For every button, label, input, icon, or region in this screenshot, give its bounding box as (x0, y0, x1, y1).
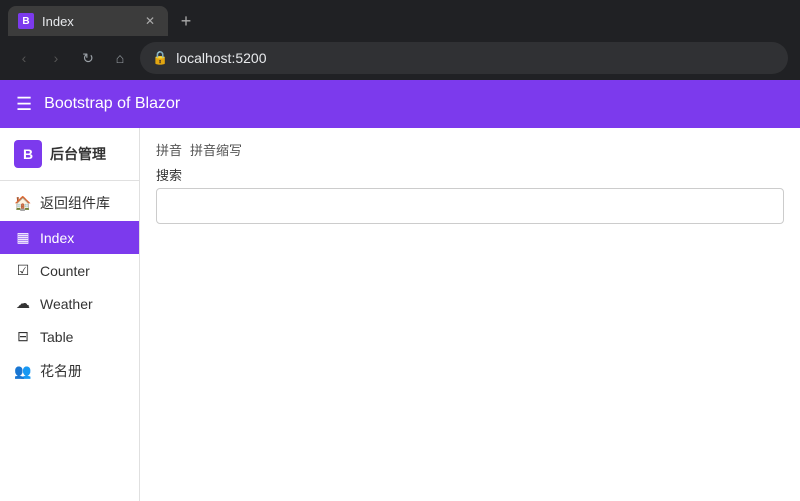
sidebar-item-label: 花名册 (40, 361, 82, 381)
browser-chrome: B Index ✕ + ‹ › ↻ ⌂ 🔒 localhost:5200 (0, 0, 800, 80)
sidebar-item-back[interactable]: 🏠 返回组件库 (0, 185, 139, 221)
sidebar-nav: 🏠 返回组件库 ▦ Index ☑ Counter ☁ Weather ⊟ (0, 181, 139, 501)
brand-name: 后台管理 (50, 144, 106, 164)
sidebar-item-label: 返回组件库 (40, 193, 110, 213)
grid-icon: ▦ (14, 229, 32, 246)
tab-close-button[interactable]: ✕ (142, 13, 158, 29)
search-label: 搜索 (156, 165, 784, 184)
pinyin-hints: 拼音 拼音缩写 (156, 140, 784, 159)
sidebar-item-label: Table (40, 329, 73, 345)
lock-icon: 🔒 (152, 50, 168, 66)
hamburger-menu-icon[interactable]: ☰ (16, 94, 32, 115)
people-icon: 👥 (14, 363, 32, 380)
checkbox-icon: ☑ (14, 262, 32, 279)
back-nav-button[interactable]: ‹ (12, 46, 36, 70)
sidebar-item-counter[interactable]: ☑ Counter (0, 254, 139, 287)
brand-icon: B (14, 140, 42, 168)
reload-nav-button[interactable]: ↻ (76, 46, 100, 70)
tab-bar: B Index ✕ + (0, 0, 800, 36)
forward-nav-button[interactable]: › (44, 46, 68, 70)
sidebar-brand: B 后台管理 (0, 128, 139, 181)
table-icon: ⊟ (14, 328, 32, 345)
app-header: ☰ Bootstrap of Blazor (0, 80, 800, 128)
tab-favicon: B (18, 13, 34, 29)
home-nav-button[interactable]: ⌂ (108, 46, 132, 70)
app-container: ☰ Bootstrap of Blazor B 后台管理 🏠 返回组件库 ▦ I… (0, 80, 800, 501)
search-input[interactable] (165, 198, 775, 214)
home-icon: 🏠 (14, 195, 32, 212)
browser-tab[interactable]: B Index ✕ (8, 6, 168, 36)
address-bar: ‹ › ↻ ⌂ 🔒 localhost:5200 (0, 36, 800, 80)
sidebar-item-table[interactable]: ⊟ Table (0, 320, 139, 353)
new-tab-button[interactable]: + (172, 7, 200, 35)
sidebar-item-label: Counter (40, 263, 90, 279)
sidebar-item-label: Index (40, 230, 74, 246)
app-header-title: Bootstrap of Blazor (44, 95, 180, 113)
sidebar-item-weather[interactable]: ☁ Weather (0, 287, 139, 320)
url-text: localhost:5200 (176, 50, 776, 66)
sidebar-item-roster[interactable]: 👥 花名册 (0, 353, 139, 389)
main-content: 拼音 拼音缩写 搜索 (140, 128, 800, 501)
cloud-icon: ☁ (14, 295, 32, 312)
pinyin-item-1[interactable]: 拼音缩写 (190, 140, 242, 159)
pinyin-item-0[interactable]: 拼音 (156, 140, 182, 159)
tab-title: Index (42, 14, 134, 29)
sidebar-item-label: Weather (40, 296, 93, 312)
search-input-wrap[interactable] (156, 188, 784, 224)
sidebar: B 后台管理 🏠 返回组件库 ▦ Index ☑ Counter ☁ (0, 128, 140, 501)
app-body: B 后台管理 🏠 返回组件库 ▦ Index ☑ Counter ☁ (0, 128, 800, 501)
url-bar[interactable]: 🔒 localhost:5200 (140, 42, 788, 74)
sidebar-item-index[interactable]: ▦ Index (0, 221, 139, 254)
